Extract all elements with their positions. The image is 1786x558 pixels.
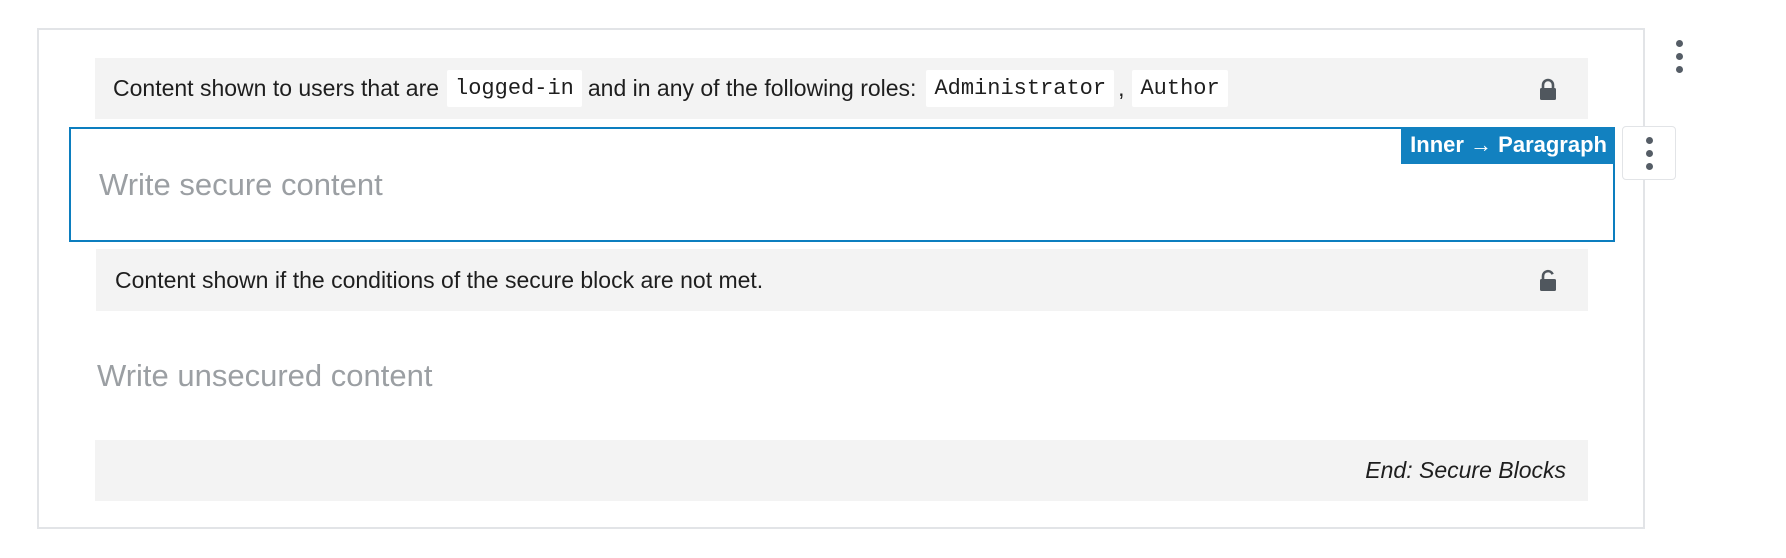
- secure-content-placeholder[interactable]: Write secure content: [99, 167, 383, 203]
- unsecured-content-placeholder[interactable]: Write unsecured content: [97, 358, 432, 394]
- lock-icon: [1540, 78, 1556, 100]
- conditions-text-prefix: Content shown to users that are: [113, 75, 440, 101]
- block-more-options-icon[interactable]: [1665, 36, 1693, 76]
- role-code-author: Author: [1132, 70, 1228, 107]
- role-code-administrator: Administrator: [926, 70, 1115, 107]
- unlock-icon: [1540, 269, 1556, 291]
- fallback-conditions-bar: Content shown if the conditions of the s…: [96, 249, 1588, 311]
- status-code: logged-in: [447, 70, 582, 107]
- end-label: End: Secure Blocks: [1365, 457, 1566, 483]
- fallback-text: Content shown if the conditions of the s…: [115, 266, 764, 293]
- block-breadcrumb-tag[interactable]: Inner → Paragraph: [1401, 127, 1615, 164]
- paragraph-more-options-icon[interactable]: [1622, 126, 1676, 180]
- secure-content-paragraph[interactable]: Write secure content Inner → Paragraph: [69, 127, 1615, 242]
- secure-conditions-bar: Content shown to users that are logged-i…: [95, 58, 1588, 119]
- conditions-text-middle: and in any of the following roles:: [587, 75, 917, 101]
- roles-separator: ,: [1118, 75, 1125, 101]
- end-secure-blocks-bar: End: Secure Blocks: [95, 440, 1588, 501]
